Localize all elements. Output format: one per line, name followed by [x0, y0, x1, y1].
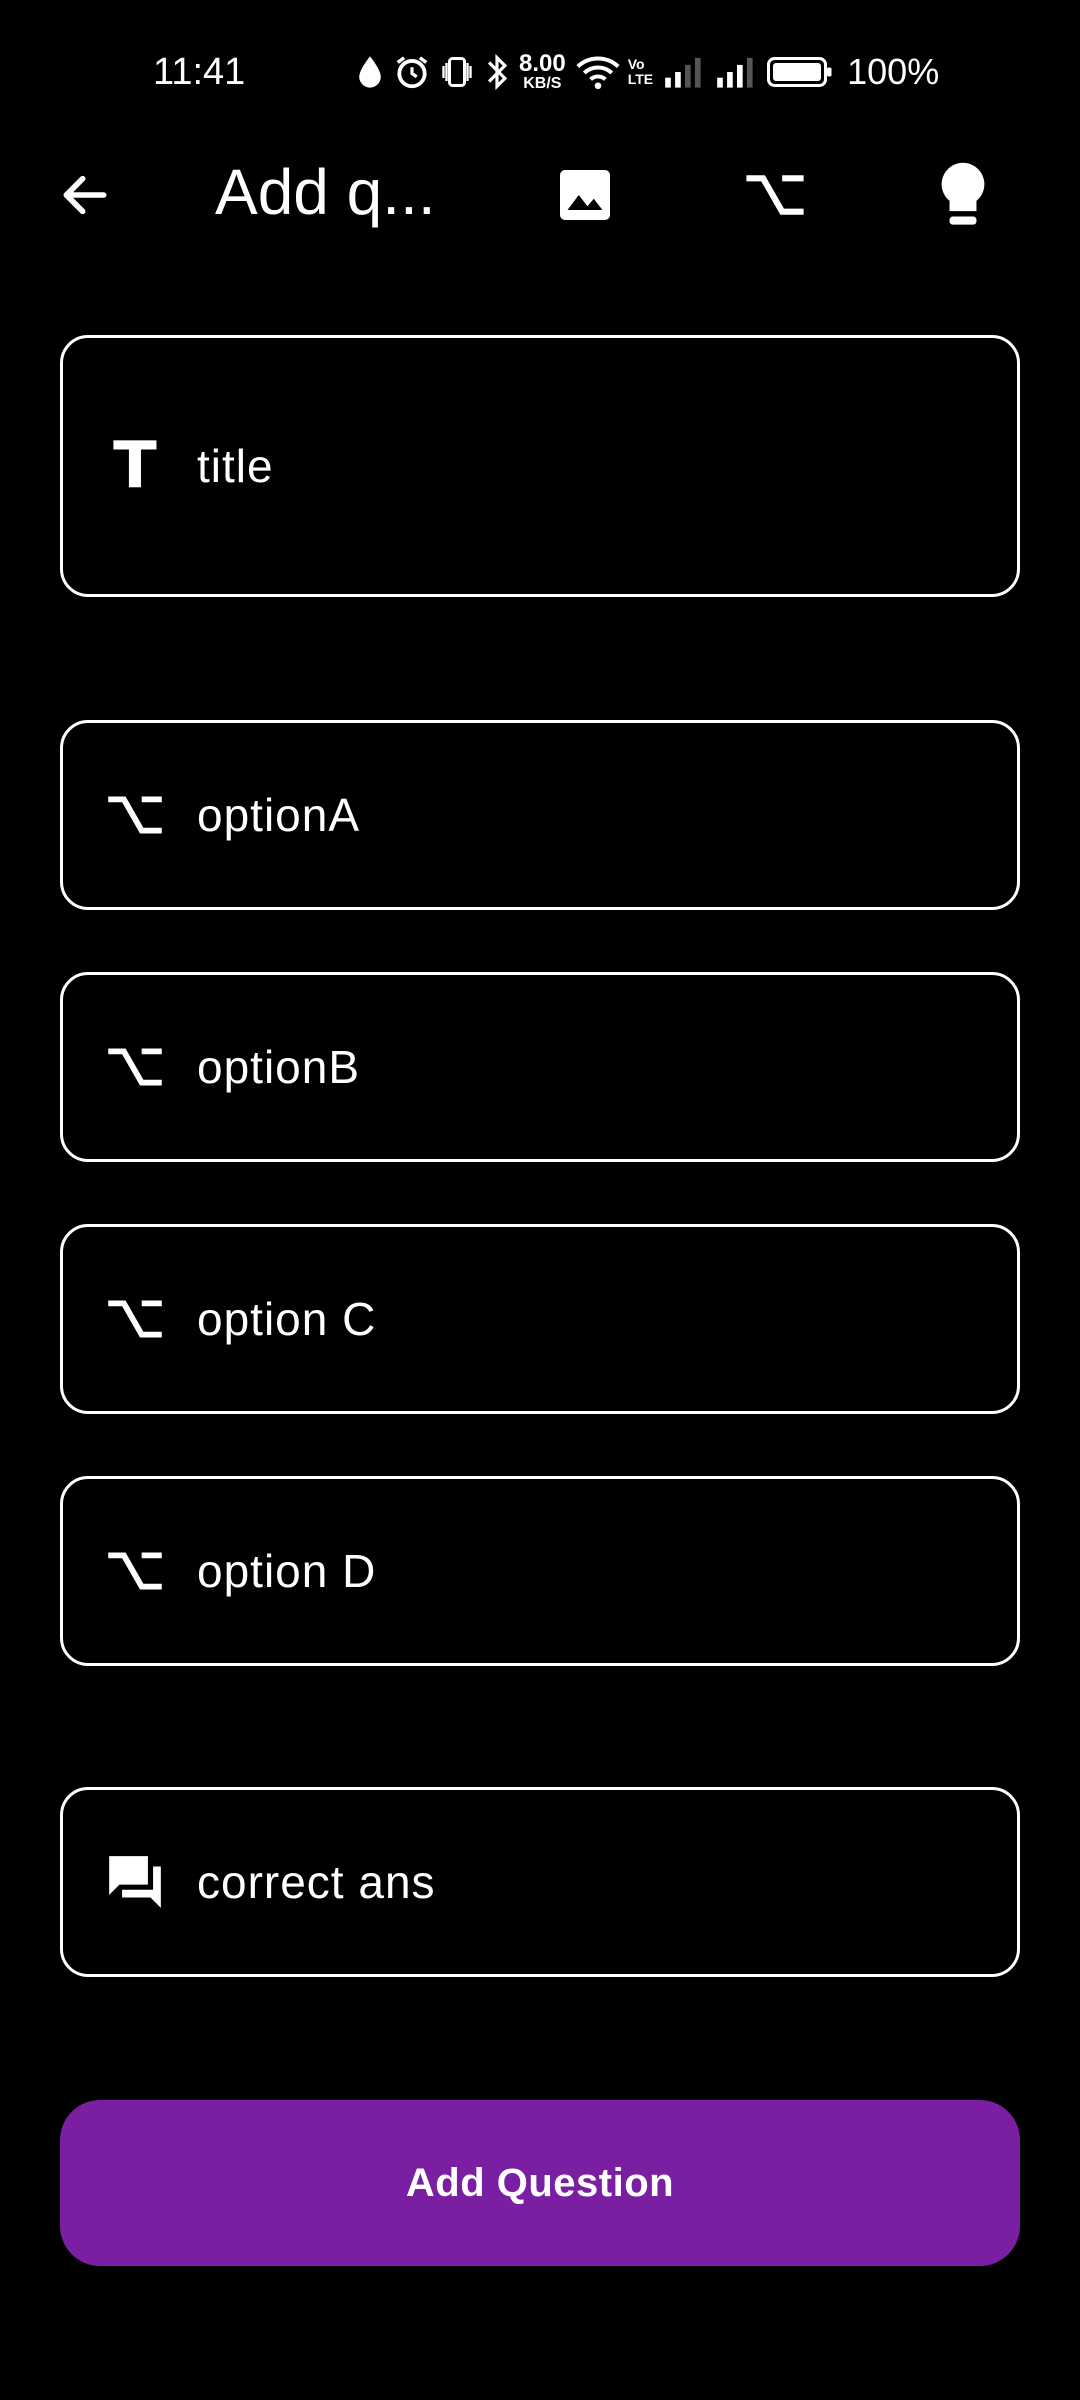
bluetooth-icon — [483, 53, 511, 91]
option-button[interactable] — [735, 155, 815, 235]
back-arrow-icon — [63, 175, 107, 215]
option-c-placeholder: option C — [197, 1293, 377, 1345]
add-image-button[interactable] — [545, 155, 625, 235]
option-b-placeholder: optionB — [197, 1041, 361, 1093]
option-d-placeholder: option D — [197, 1545, 377, 1597]
vibrate-icon — [439, 54, 475, 90]
data-saver-icon — [355, 54, 385, 90]
title-field-placeholder: title — [197, 440, 274, 492]
volte-top-text: Vo — [627, 56, 645, 72]
text-icon: T — [113, 429, 157, 503]
option-c-field[interactable]: option C — [60, 1224, 1020, 1414]
status-bar: 11:41 8.00 KB/S Vo LTE 100% — [0, 0, 1080, 140]
app-bar: Add q... — [0, 140, 1080, 240]
back-button[interactable] — [50, 160, 120, 230]
alarm-icon — [393, 53, 431, 91]
option-icon — [95, 775, 175, 855]
signal-sim1-icon — [663, 55, 707, 89]
network-speed-unit: KB/S — [523, 75, 562, 92]
network-speed: 8.00 KB/S — [519, 52, 566, 92]
option-b-field[interactable]: optionB — [60, 972, 1020, 1162]
battery-icon — [767, 55, 833, 89]
status-icons: 8.00 KB/S Vo LTE 100% — [355, 48, 939, 96]
option-icon — [746, 175, 804, 215]
network-speed-value: 8.00 — [519, 50, 566, 77]
correct-answer-placeholder: correct ans — [197, 1856, 436, 1908]
option-a-placeholder: optionA — [197, 789, 361, 841]
chat-icon — [95, 1842, 175, 1922]
volte-indicator: Vo LTE — [628, 57, 653, 87]
add-question-button[interactable]: Add Question — [60, 2100, 1020, 2266]
correct-answer-field[interactable]: correct ans — [60, 1787, 1020, 1977]
wifi-icon — [576, 53, 620, 91]
option-d-field[interactable]: option D — [60, 1476, 1020, 1666]
page-title: Add q... — [215, 156, 436, 228]
battery-percent: 100% — [847, 51, 940, 92]
volte-bottom-text: LTE — [627, 71, 654, 87]
title-field[interactable]: T title — [60, 335, 1020, 597]
status-time: 11:41 — [153, 51, 246, 93]
option-icon — [95, 1279, 175, 1359]
image-icon — [560, 170, 610, 220]
option-icon — [95, 1027, 175, 1107]
signal-sim2-icon — [715, 55, 759, 89]
lightbulb-icon — [941, 162, 985, 225]
hint-button[interactable] — [923, 155, 1003, 235]
option-a-field[interactable]: optionA — [60, 720, 1020, 910]
option-icon — [95, 1531, 175, 1611]
